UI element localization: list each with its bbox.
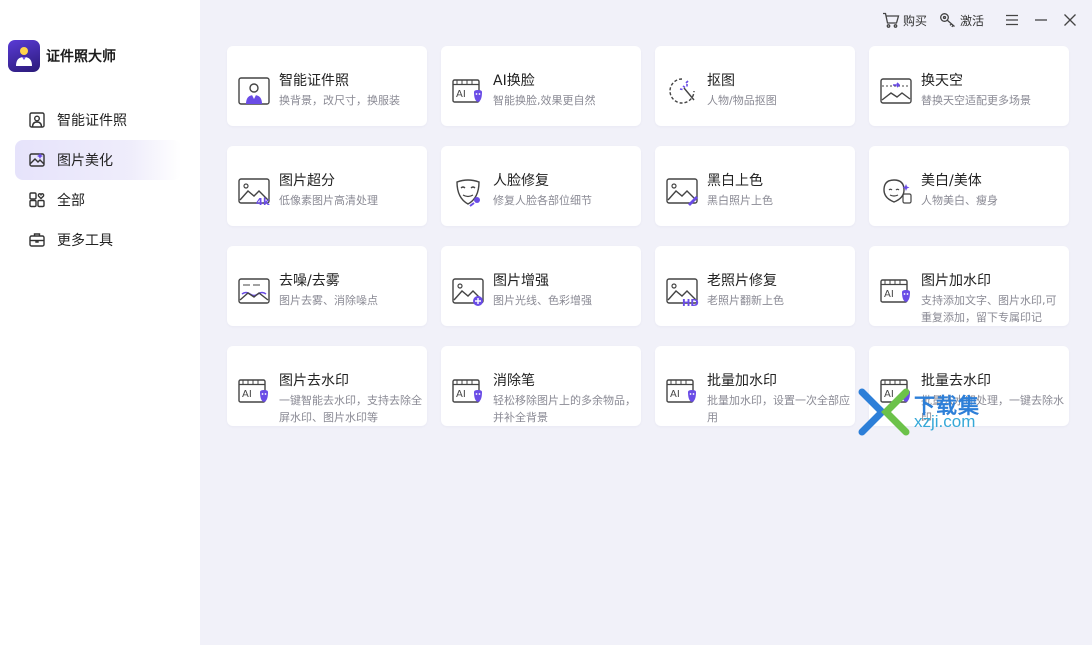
svg-text:AI: AI: [456, 389, 466, 400]
svg-text:AI: AI: [242, 389, 252, 400]
tool-card[interactable]: 人脸修复修复人脸各部位细节: [441, 146, 641, 226]
cutout-icon: [666, 76, 700, 106]
sidebar-item-all[interactable]: 全部: [15, 180, 181, 220]
svg-text:AI: AI: [456, 89, 466, 100]
tool-title: 美白/美体: [921, 173, 982, 189]
menu-icon[interactable]: [1002, 10, 1022, 30]
svg-text:HD: HD: [682, 298, 699, 308]
sidebar-item-label: 全部: [57, 193, 85, 209]
tool-description: 低像素图片高清处理: [279, 194, 378, 207]
tool-description: 智能换脸,效果更自然: [493, 94, 596, 107]
tool-card[interactable]: AI 图片去水印一键智能去水印，支持去除全屏水印、图片水印等: [227, 346, 427, 426]
tool-description: 支持添加文字、图片水印,可重复添加，留下专属印记: [921, 294, 1057, 324]
tool-card[interactable]: 美白/美体人物美白、瘦身: [869, 146, 1069, 226]
app-logo-icon: [8, 40, 40, 72]
tool-card[interactable]: 抠图人物/物品抠图: [655, 46, 855, 126]
sidebar-item-label: 更多工具: [57, 233, 113, 249]
tool-title: 批量加水印: [707, 373, 777, 389]
top-bar: 购买 激活: [870, 8, 1080, 32]
tool-card[interactable]: AI AI换脸智能换脸,效果更自然: [441, 46, 641, 126]
id-photo-icon: [238, 76, 272, 106]
tool-description: 修复人脸各部位细节: [493, 194, 592, 207]
beauty-icon: [880, 176, 914, 206]
watermark-bottom-text: xzji.com: [914, 412, 976, 431]
activate-button[interactable]: 激活: [939, 12, 984, 29]
tool-title: 去噪/去雾: [279, 273, 340, 289]
remove-watermark-icon: AI: [238, 376, 272, 406]
denoise-icon: [238, 276, 272, 306]
key-icon: [940, 13, 955, 28]
svg-text:AI: AI: [884, 289, 894, 300]
brand: 证件照大师: [8, 40, 116, 72]
tool-description: 人物美白、瘦身: [921, 194, 998, 207]
tool-card[interactable]: AI 批量加水印批量加水印，设置一次全部应用: [655, 346, 855, 426]
tool-card[interactable]: 换天空替换天空适配更多场景: [869, 46, 1069, 126]
tool-description: 黑白照片上色: [707, 194, 773, 207]
id-photo-icon: [27, 110, 47, 130]
ai-face-swap-icon: AI: [452, 76, 486, 106]
tool-card[interactable]: 图片增强图片光线、色彩增强: [441, 246, 641, 326]
tool-description: 老照片翻新上色: [707, 294, 784, 307]
tool-title: 图片超分: [279, 173, 335, 189]
activate-label: 激活: [959, 13, 984, 28]
tool-title: AI换脸: [493, 73, 535, 89]
old-photo-hd-icon: HD: [666, 276, 700, 309]
close-icon[interactable]: [1060, 10, 1080, 30]
toolbox-icon: [27, 230, 47, 250]
sky-replace-icon: [880, 76, 914, 106]
tool-title: 老照片修复: [707, 273, 777, 289]
sidebar: 证件照大师 智能证件照 图片美化 全部 更多工具: [0, 0, 200, 645]
tool-card[interactable]: AI 图片加水印支持添加文字、图片水印,可重复添加，留下专属印记: [869, 246, 1069, 326]
tool-description: 一键智能去水印，支持去除全屏水印、图片水印等: [279, 394, 422, 424]
tool-description: 批量加水印，设置一次全部应用: [707, 394, 850, 424]
tool-title: 人脸修复: [493, 173, 549, 189]
tool-card[interactable]: HD 老照片修复老照片翻新上色: [655, 246, 855, 326]
tool-description: 替换天空适配更多场景: [921, 94, 1031, 107]
batch-add-watermark-icon: AI: [666, 376, 700, 406]
tool-title: 图片增强: [493, 273, 549, 289]
tool-title: 黑白上色: [707, 173, 763, 189]
tool-card[interactable]: 去噪/去雾图片去雾、消除噪点: [227, 246, 427, 326]
add-watermark-icon: AI: [880, 276, 914, 306]
svg-text:4k: 4k: [256, 197, 270, 208]
face-repair-icon: [452, 176, 486, 207]
colorize-icon: [666, 176, 700, 206]
cart-icon: [882, 12, 900, 28]
tool-grid: 智能证件照换背景，改尺寸，换服装 AI AI换脸智能换脸,效果更自然 抠图人物/物品抠…: [227, 46, 1069, 426]
svg-text:AI: AI: [670, 389, 680, 400]
tool-title: 换天空: [921, 73, 963, 89]
image-beautify-icon: [27, 150, 47, 170]
site-watermark: 下载集 xzji.com: [858, 388, 998, 436]
enhance-icon: [452, 276, 486, 306]
grid-heart-icon: [27, 190, 47, 210]
buy-button[interactable]: 购买: [882, 12, 927, 29]
upscale-4k-icon: 4k: [238, 176, 272, 208]
minimize-icon[interactable]: [1031, 10, 1051, 30]
tool-card[interactable]: 智能证件照换背景，改尺寸，换服装: [227, 46, 427, 126]
sidebar-item-more-tools[interactable]: 更多工具: [15, 220, 181, 260]
tool-description: 人物/物品抠图: [707, 94, 777, 107]
tool-card[interactable]: 黑白上色黑白照片上色: [655, 146, 855, 226]
sidebar-item-label: 智能证件照: [57, 113, 127, 129]
tool-description: 图片光线、色彩增强: [493, 294, 592, 307]
tool-description: 图片去雾、消除噪点: [279, 294, 378, 307]
tool-title: 图片去水印: [279, 373, 349, 389]
tool-title: 批量去水印: [921, 373, 991, 389]
tool-title: 消除笔: [493, 373, 535, 389]
tool-title: 抠图: [707, 73, 735, 89]
tool-description: 换背景，改尺寸，换服装: [279, 94, 400, 107]
watermark-logo-icon: [858, 388, 910, 436]
tool-title: 智能证件照: [279, 73, 349, 89]
app-name: 证件照大师: [46, 49, 116, 65]
tool-description: 轻松移除图片上的多余物品，并补全背景: [493, 394, 636, 424]
sidebar-item-image-beautify[interactable]: 图片美化: [15, 140, 181, 180]
buy-label: 购买: [902, 13, 927, 28]
tool-card[interactable]: AI 消除笔轻松移除图片上的多余物品，并补全背景: [441, 346, 641, 426]
sidebar-item-id-photo[interactable]: 智能证件照: [15, 100, 181, 140]
eraser-pen-icon: AI: [452, 376, 486, 406]
tool-title: 图片加水印: [921, 273, 991, 289]
tool-card[interactable]: 4k 图片超分低像素图片高清处理: [227, 146, 427, 226]
sidebar-item-label: 图片美化: [57, 153, 113, 169]
sidebar-nav: 智能证件照 图片美化 全部 更多工具: [15, 100, 181, 260]
